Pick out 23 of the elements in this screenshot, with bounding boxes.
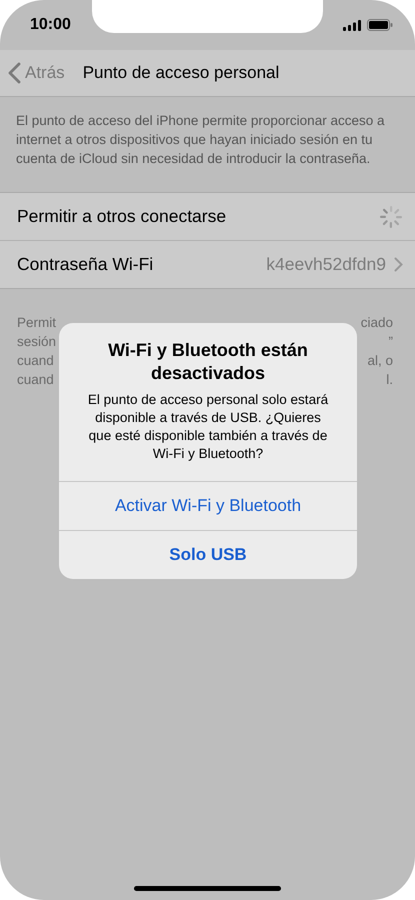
chevron-left-icon xyxy=(8,62,21,84)
signal-icon xyxy=(343,20,361,30)
chevron-right-icon xyxy=(394,257,403,272)
alert-title: Wi-Fi y Bluetooth están desactivados xyxy=(107,339,309,385)
settings-row[interactable]: Contraseña Wi-Fi k4eevh52dfdn9 xyxy=(0,241,415,288)
description-text: El punto de acceso del iPhone permite proporcionar acceso a internet a otros dispositivos que hayan iniciado sesión en tu cuenta de iCloud sin necesidad de introducir la contraseña. xyxy=(15,112,386,168)
footer-text: al, o xyxy=(367,352,393,370)
alert-action-button[interactable]: Solo USB xyxy=(59,530,357,579)
footer-text: Permit xyxy=(17,314,56,332)
footer-text: cuand xyxy=(17,352,55,370)
settings-row[interactable]: Permitir a otros conectarse xyxy=(0,193,415,241)
page-title: Punto de acceso personal xyxy=(82,63,280,83)
footer-text: ” xyxy=(388,333,393,351)
footer-text: ciado xyxy=(360,314,393,332)
footer-text: cuand xyxy=(17,371,55,389)
footer-text: sesión xyxy=(17,333,56,351)
battery-icon xyxy=(367,19,393,31)
footer-text: l. xyxy=(386,371,393,389)
status-time: 10:00 xyxy=(30,16,71,34)
back-button[interactable]: Atrás xyxy=(8,62,65,84)
loading-spinner-icon xyxy=(379,204,403,228)
alert-action-button[interactable]: Activar Wi-Fi y Bluetooth xyxy=(59,481,357,530)
alert-message: El punto de acceso personal solo estará disponible a través de USB. ¿Quieres que esté disponible también a través de Wi-Fi y Bluetooth? xyxy=(86,391,330,463)
